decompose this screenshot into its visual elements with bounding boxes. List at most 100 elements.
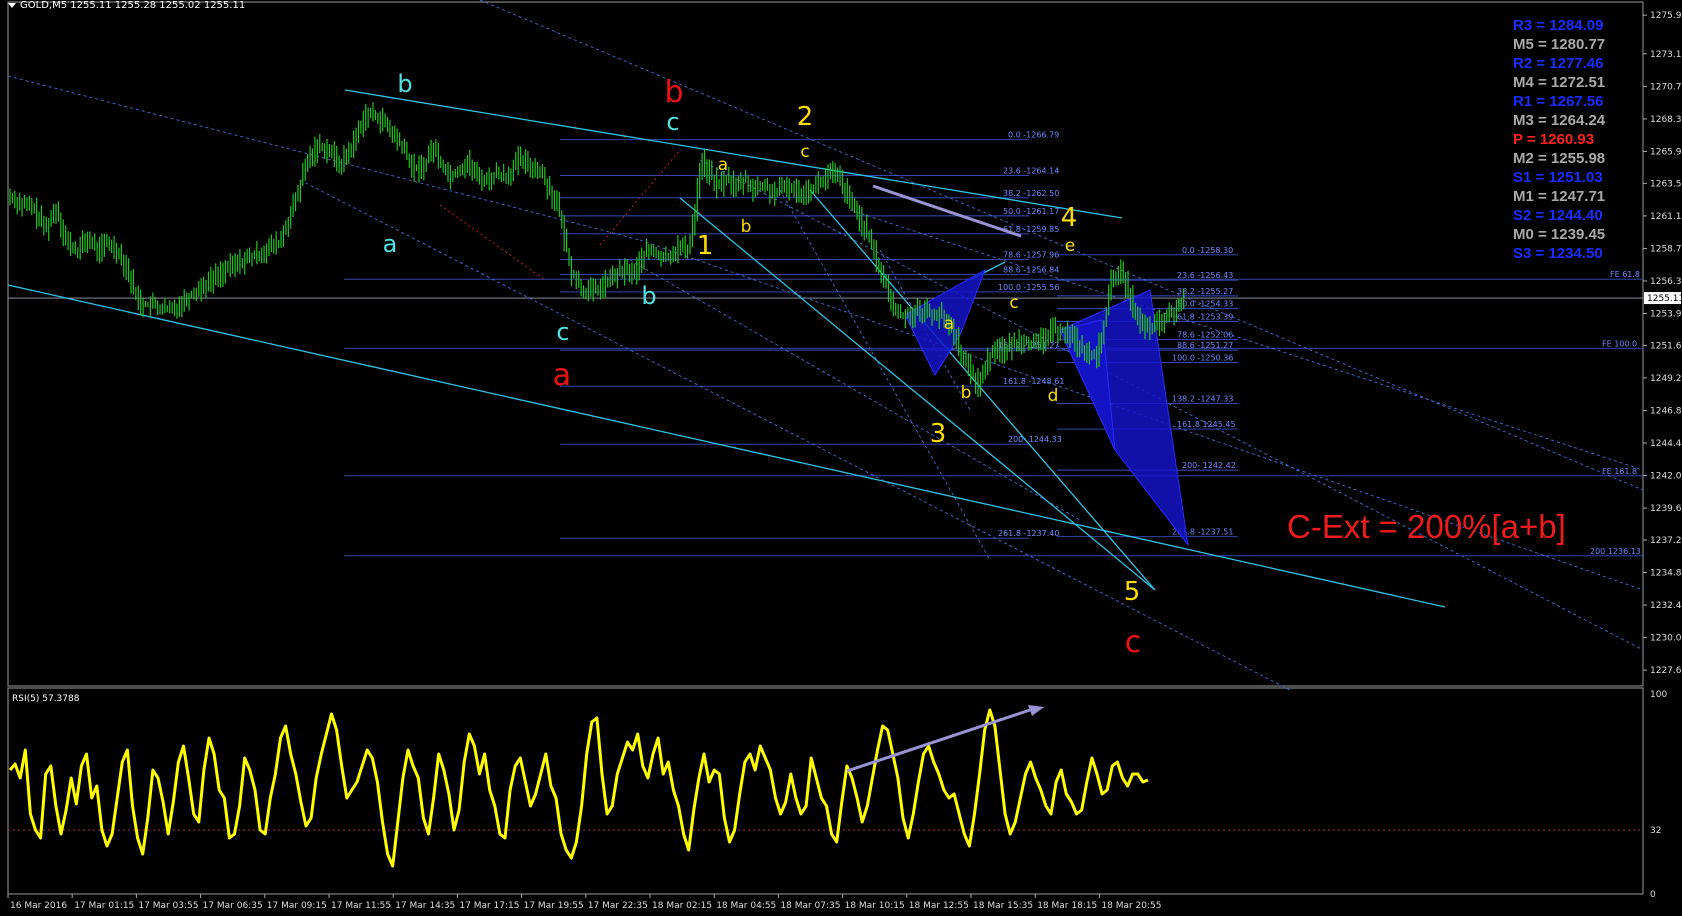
wave-label: a (383, 230, 398, 258)
pivot-level: M4 = 1272.51 (1513, 74, 1606, 91)
chart-canvas: 1275.97 1273.12 1270.72 1268.32 1265.92 1263.… (7, 0, 1682, 911)
price-axis-label: 1256.37 (1650, 277, 1682, 287)
price-axis-label: 1261.17 (1650, 212, 1682, 222)
price-axis-label: 1234.87 (1650, 569, 1682, 579)
pivot-level: M2 = 1255.98 (1513, 150, 1606, 167)
price-axis-label: 1263.57 (1650, 179, 1682, 189)
divergence-line-price (872, 184, 1022, 238)
price-axis-label: 1253.97 (1650, 310, 1682, 320)
price-axis-label: 1230.07 (1650, 634, 1682, 644)
fib-level-label: 261.8 -1237.40 (998, 529, 1059, 538)
rsi-panel-frame (7, 687, 1644, 895)
fib-level-label: 88.6 -1251.27 (1177, 341, 1233, 350)
wave-label: c (556, 318, 569, 346)
pivot-level: S3 = 1234.50 (1513, 245, 1603, 262)
pivot-level: M0 = 1239.45 (1513, 226, 1606, 243)
price-axis-label: 1242.02 (1650, 472, 1682, 482)
symbol-header-text: GOLD,M5 1255.11 1255.28 1255.02 1255.11 (20, 0, 246, 11)
time-axis-label: 17 Mar 09:15 (267, 901, 327, 911)
price-axis-label: 1270.72 (1650, 82, 1682, 92)
time-axis-label: 18 Mar 10:15 (845, 901, 905, 911)
time-axis-label: 17 Mar 06:35 (203, 901, 263, 911)
fib-level-label: FE 61.8 (1610, 270, 1640, 279)
wave-label: a (553, 358, 571, 393)
time-axis-label: 17 Mar 19:55 (524, 901, 584, 911)
time-axis-label: 18 Mar 20:55 (1101, 901, 1161, 911)
price-axis-label: 1251.62 (1650, 341, 1682, 351)
pivot-level: M1 = 1247.71 (1513, 188, 1606, 205)
current-price-tag-label: 1255.11 (1647, 294, 1682, 304)
dropdown-triangle-icon[interactable] (8, 2, 16, 8)
divergence-arrowhead-icon (1028, 705, 1044, 716)
channel-line (699, 159, 1644, 651)
fib-level-label: 23.6 -1256.43 (1177, 271, 1233, 280)
fib-level-label: 50.0 -1254.33 (1177, 300, 1233, 309)
fib-level-label: 138.2 -1247.33 (1172, 395, 1233, 404)
wave-label: c (1125, 625, 1142, 660)
price-axis-label: 1232.47 (1650, 601, 1682, 611)
time-axis-label: 18 Mar 15:35 (973, 901, 1033, 911)
trend-line (344, 89, 1123, 219)
fib-level-label: 0.0 -1266.79 (1008, 131, 1059, 140)
channel-line (439, 204, 546, 281)
time-axis-label: 18 Mar 04:55 (716, 901, 776, 911)
price-axis-label: 1246.82 (1650, 406, 1682, 416)
price-axis-label: 1258.77 (1650, 244, 1682, 254)
wave-label: b (641, 282, 656, 310)
wave-label: e (1065, 236, 1075, 256)
wave-label: b (664, 75, 683, 110)
chart-window: 1275.97 1273.12 1270.72 1268.32 1265.92 1263.… (0, 0, 1682, 916)
pivot-level: P = 1260.93 (1513, 131, 1595, 148)
pivot-level: S2 = 1244.40 (1513, 207, 1603, 224)
fib-level-label: 38.2 -1262.50 (1003, 189, 1059, 198)
wave-label: 5 (1124, 577, 1141, 607)
fib-level-label: FE 100.0 (1602, 339, 1637, 348)
pivot-level: S1 = 1251.03 (1513, 169, 1603, 186)
wave-label: d (1048, 386, 1059, 406)
fib-level-label: 78.6 -1252.06 (1177, 330, 1233, 339)
time-axis-label: 17 Mar 11:55 (331, 901, 391, 911)
rsi-axis-label: 0 (1650, 890, 1656, 900)
time-axis-label: 18 Mar 12:55 (909, 901, 969, 911)
wave-label: c (666, 108, 679, 136)
fib-level-label: 100.0 -1255.56 (998, 283, 1059, 292)
price-axis-label: 1268.32 (1650, 115, 1682, 125)
price-axis-label: 1244.42 (1650, 439, 1682, 449)
price-axis-label: 1273.12 (1650, 50, 1682, 60)
time-axis-label: 16 Mar 2016 (10, 901, 67, 911)
wave-label: 1 (697, 231, 714, 261)
rsi-header: RSI(5) 57.3788 (12, 694, 80, 704)
fib-level-label: 161.8 1245.45 (1177, 420, 1236, 429)
wave-label: a (944, 314, 954, 334)
fib-level-label: FE 161.8 (1602, 467, 1637, 476)
c-extension-annotation: C-Ext = 200%[a+b] (1287, 508, 1566, 545)
time-axis-label: 18 Mar 07:35 (780, 901, 840, 911)
fib-level-label: 0.0 -1258.30 (1182, 246, 1233, 255)
price-axis-label: 1237.27 (1650, 536, 1682, 546)
fib-level-label: 200- 1242.42 (1182, 461, 1236, 470)
price-axis-label: 1265.92 (1650, 147, 1682, 157)
price-axis-label: 1249.22 (1650, 374, 1682, 384)
rsi-line (8, 708, 1149, 868)
pivot-level: R1 = 1267.56 (1513, 93, 1604, 110)
fib-level-label: 100.0 -1250.36 (1172, 353, 1233, 362)
time-axis-label: 17 Mar 03:55 (138, 901, 198, 911)
time-axis-label: 17 Mar 22:35 (588, 901, 648, 911)
fib-level-label: 61.8 -1253.39 (1177, 312, 1233, 321)
wave-label: c (800, 142, 809, 162)
fib-level-label: 78.6 -1257.96 (1003, 250, 1059, 259)
price-panel-frame (7, 1, 1644, 687)
price-axis-label: 1275.97 (1650, 11, 1682, 21)
time-axis-label: 18 Mar 02:15 (652, 901, 712, 911)
fib-level-label: 200- 1244.33 (1008, 435, 1062, 444)
time-axis-label: 17 Mar 14:35 (395, 901, 455, 911)
wave-label: c (1009, 293, 1018, 313)
rsi-axis-label: 32 (1650, 826, 1661, 836)
price-axis-label: 1239.62 (1650, 504, 1682, 514)
wave-label: 4 (1061, 203, 1078, 233)
fib-level-label: 23.6 -1264.14 (1003, 167, 1059, 176)
time-axis-label: 18 Mar 18:15 (1037, 901, 1097, 911)
wave-label: 2 (797, 102, 814, 132)
time-axis-label: 17 Mar 01:15 (74, 901, 134, 911)
wave-label: b (961, 383, 972, 403)
